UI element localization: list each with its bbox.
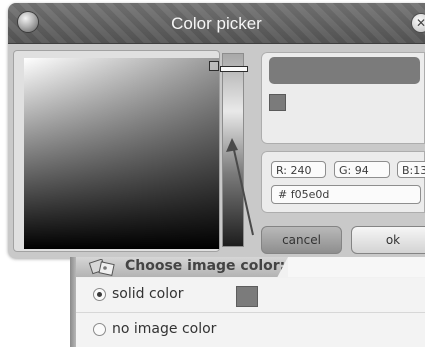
cancel-button[interactable]: cancel bbox=[261, 226, 342, 254]
preview-panel bbox=[261, 52, 425, 144]
panel-title: Choose image color: bbox=[125, 258, 286, 274]
no-image-color-radio[interactable] bbox=[93, 323, 106, 336]
panel-header: Choose image color: bbox=[76, 257, 288, 277]
color-picker-dialog: Color picker ✕ R: 240 G: 94 B:13 # f05e0… bbox=[8, 3, 425, 258]
hex-field[interactable]: # f05e0d bbox=[271, 185, 421, 204]
option-no-image-color[interactable]: no image color bbox=[76, 313, 425, 347]
solid-color-label: solid color bbox=[112, 286, 184, 302]
image-icon bbox=[88, 259, 115, 276]
dialog-title: Color picker bbox=[171, 14, 262, 33]
title-bar: Color picker ✕ bbox=[8, 3, 425, 44]
solid-color-radio[interactable] bbox=[93, 288, 106, 301]
color-cursor[interactable] bbox=[209, 61, 219, 71]
panel-header-background bbox=[288, 257, 425, 277]
no-image-color-label: no image color bbox=[112, 321, 217, 337]
saturation-value-square[interactable] bbox=[24, 58, 219, 249]
close-icon[interactable]: ✕ bbox=[412, 14, 425, 32]
saturation-value-frame bbox=[13, 50, 220, 252]
image-color-panel: Choose image color: solid color no image… bbox=[70, 257, 425, 347]
color-preview-swatch bbox=[269, 57, 420, 84]
solid-color-swatch[interactable] bbox=[236, 286, 258, 307]
green-field[interactable]: G: 94 bbox=[334, 161, 390, 178]
option-solid-color[interactable]: solid color bbox=[76, 278, 425, 313]
hue-slider[interactable] bbox=[222, 53, 244, 247]
color-values-panel: R: 240 G: 94 B:13 # f05e0d bbox=[261, 151, 425, 213]
previous-color-swatch[interactable] bbox=[269, 94, 286, 111]
blue-field[interactable]: B:13 bbox=[397, 161, 425, 178]
hue-slider-handle[interactable] bbox=[220, 66, 248, 72]
ok-button[interactable]: ok bbox=[351, 226, 425, 254]
red-field[interactable]: R: 240 bbox=[271, 161, 326, 178]
